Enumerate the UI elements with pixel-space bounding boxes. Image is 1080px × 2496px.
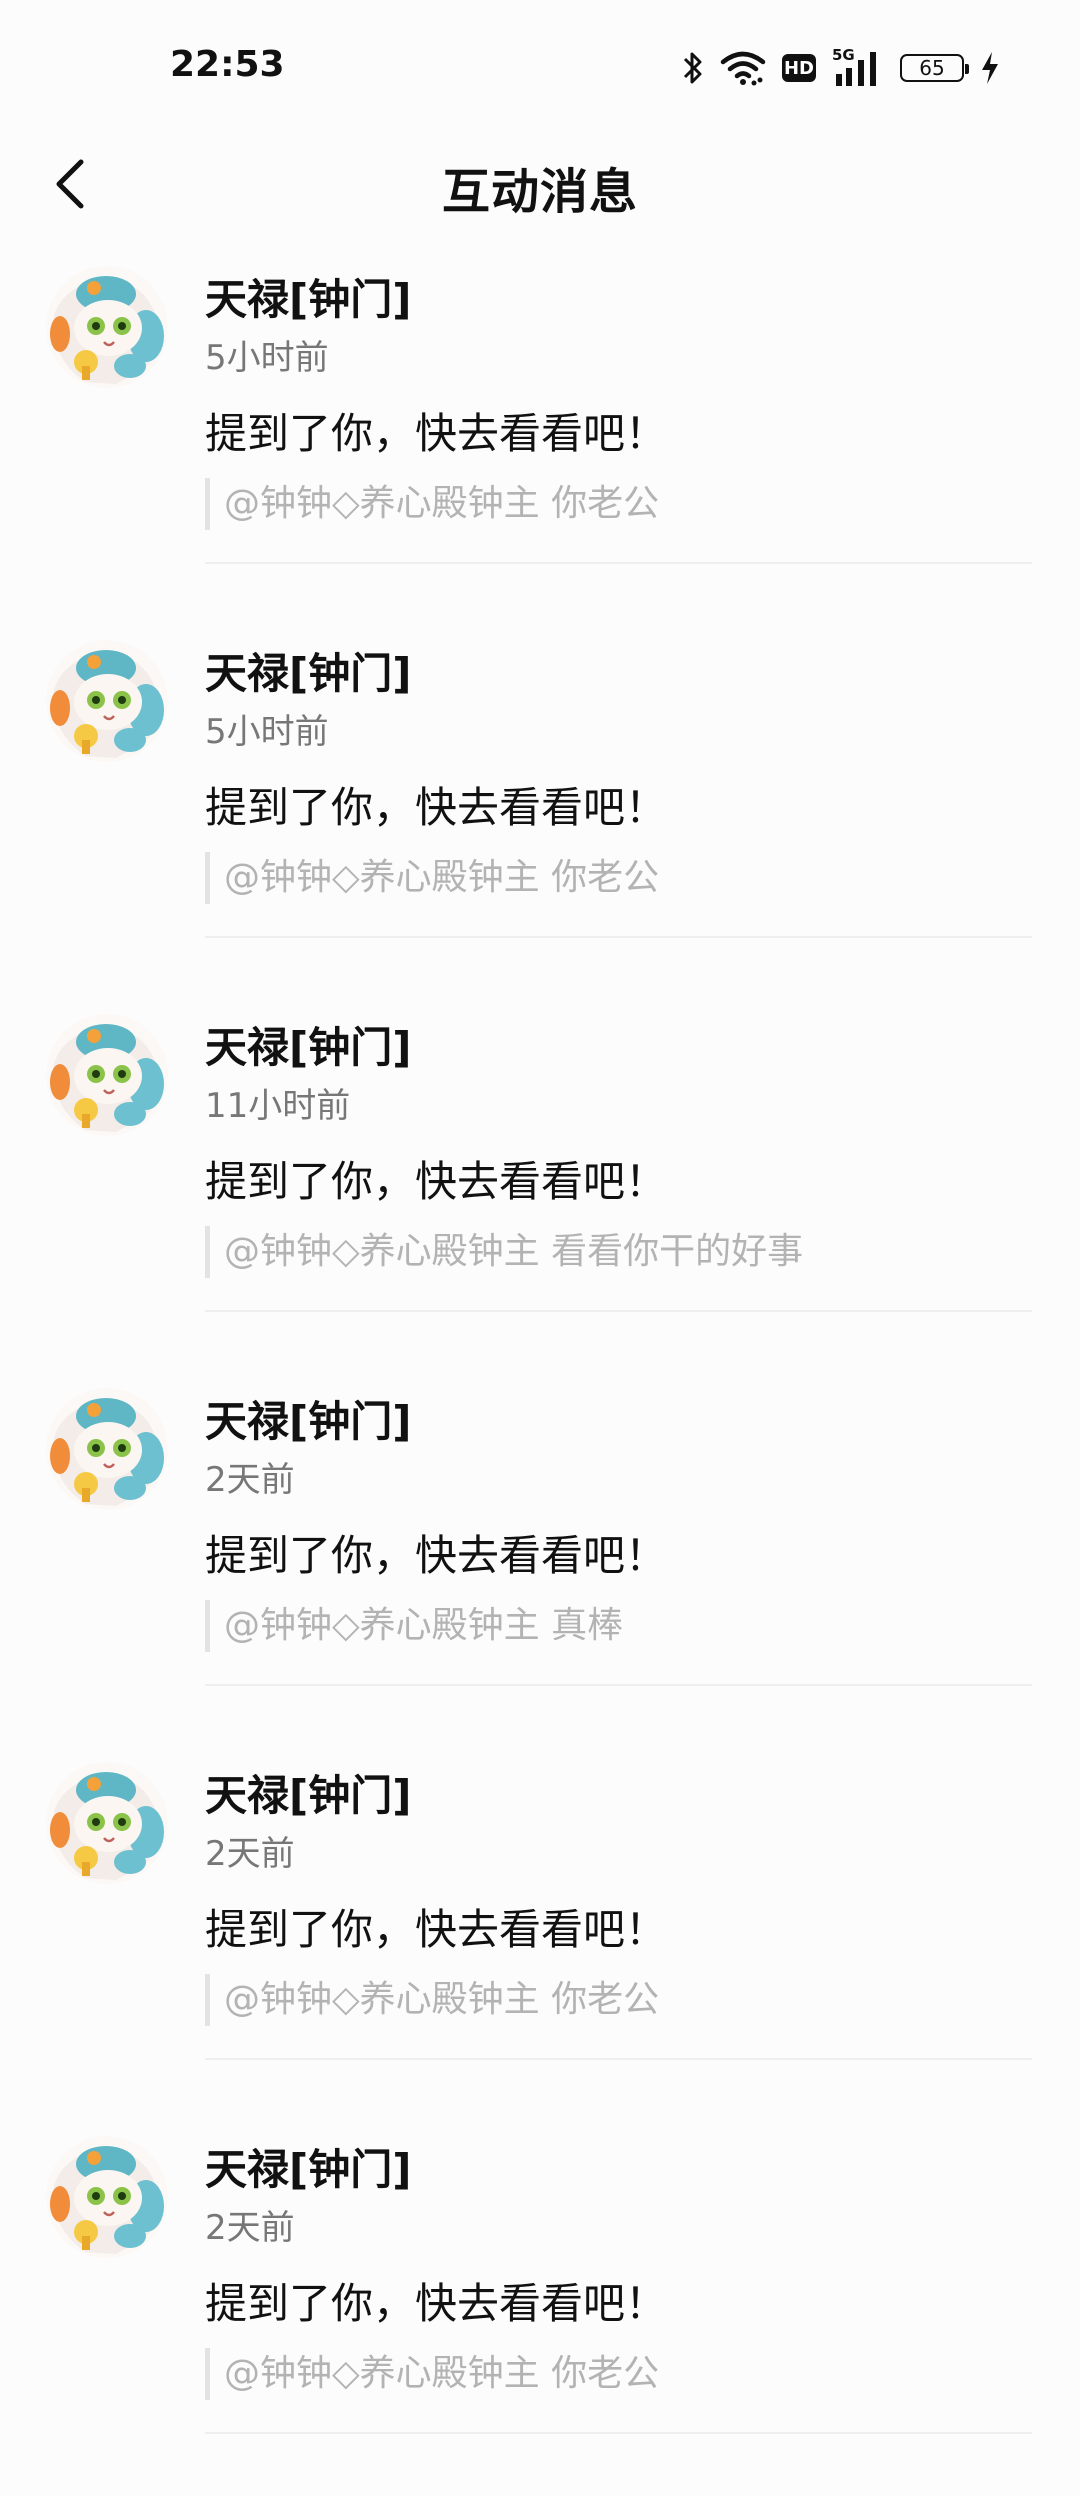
message-text: 提到了你，快去看看吧！: [205, 1905, 668, 1954]
sender-name[interactable]: 天禄[钟门]: [205, 266, 411, 327]
divider: [205, 1310, 1032, 1312]
notification-item[interactable]: 天禄[钟门] 5小时前 提到了你，快去看看吧！ @钟钟◇养心殿钟主 你老公: [0, 626, 1080, 1000]
bluetooth-icon: [682, 50, 704, 86]
message-time: 2天前: [205, 2208, 295, 2248]
sender-name[interactable]: 天禄[钟门]: [205, 640, 411, 701]
notification-item[interactable]: 天禄[钟门] 2天前 提到了你，快去看看吧！ @钟钟◇养心殿钟主 你老公: [0, 1748, 1080, 2122]
status-time: 22:53: [170, 44, 285, 85]
notification-item[interactable]: 天禄[钟门] 2天前 提到了你，快去看看吧！ @钟钟◇养心殿钟主 真棒: [0, 1374, 1080, 1748]
message-text: 提到了你，快去看看吧！: [205, 1157, 668, 1206]
quoted-content[interactable]: @钟钟◇养心殿钟主 你老公: [205, 1974, 659, 2026]
message-time: 5小时前: [205, 338, 329, 378]
avatar[interactable]: [46, 266, 168, 388]
notification-item[interactable]: 天禄[钟门] 11小时前 提到了你，快去看看吧！ @钟钟◇养心殿钟主 看看你干的…: [0, 1000, 1080, 1374]
message-text: 提到了你，快去看看吧！: [205, 2279, 668, 2328]
avatar[interactable]: [46, 1762, 168, 1884]
message-time: 5小时前: [205, 712, 329, 752]
divider: [205, 2432, 1032, 2434]
divider: [205, 562, 1032, 564]
notification-item[interactable]: 天禄[钟门] 2天前 提到了你，快去看看吧！ @钟钟◇养心殿钟主 你老公: [0, 2122, 1080, 2496]
battery-level: 65: [919, 56, 945, 80]
message-text: 提到了你，快去看看吧！: [205, 409, 668, 458]
quoted-content[interactable]: @钟钟◇养心殿钟主 你老公: [205, 478, 659, 530]
hd-icon: HD: [782, 54, 816, 82]
message-time: 2天前: [205, 1834, 295, 1874]
status-bar: 22:53 HD 5G 65: [0, 0, 1080, 130]
quoted-content[interactable]: @钟钟◇养心殿钟主 看看你干的好事: [205, 1226, 803, 1278]
avatar[interactable]: [46, 640, 168, 762]
battery-icon: 65: [900, 54, 969, 82]
divider: [205, 936, 1032, 938]
message-time: 2天前: [205, 1460, 295, 1500]
status-icons: HD 5G 65: [682, 46, 1000, 90]
quoted-content[interactable]: @钟钟◇养心殿钟主 你老公: [205, 852, 659, 904]
divider: [205, 2058, 1032, 2060]
avatar[interactable]: [46, 2136, 168, 2258]
sender-name[interactable]: 天禄[钟门]: [205, 1388, 411, 1449]
message-text: 提到了你，快去看看吧！: [205, 1531, 668, 1580]
avatar[interactable]: [46, 1388, 168, 1510]
wifi-icon: [720, 50, 766, 86]
sender-name[interactable]: 天禄[钟门]: [205, 2136, 411, 2197]
sender-name[interactable]: 天禄[钟门]: [205, 1014, 411, 1075]
signal-5g-icon: 5G: [832, 46, 884, 88]
notification-item[interactable]: 天禄[钟门] 5小时前 提到了你，快去看看吧！ @钟钟◇养心殿钟主 你老公: [0, 252, 1080, 626]
quoted-content[interactable]: @钟钟◇养心殿钟主 你老公: [205, 2348, 659, 2400]
app-header: 互动消息: [0, 130, 1080, 240]
avatar[interactable]: [46, 1014, 168, 1136]
sender-name[interactable]: 天禄[钟门]: [205, 1762, 411, 1823]
quoted-content[interactable]: @钟钟◇养心殿钟主 真棒: [205, 1600, 623, 1652]
notification-list[interactable]: 天禄[钟门] 5小时前 提到了你，快去看看吧！ @钟钟◇养心殿钟主 你老公 天禄…: [0, 252, 1080, 2496]
page-title: 互动消息: [441, 164, 638, 220]
divider: [205, 1684, 1032, 1686]
message-time: 11小时前: [205, 1086, 351, 1126]
charging-icon: [980, 51, 1000, 85]
message-text: 提到了你，快去看看吧！: [205, 783, 668, 832]
